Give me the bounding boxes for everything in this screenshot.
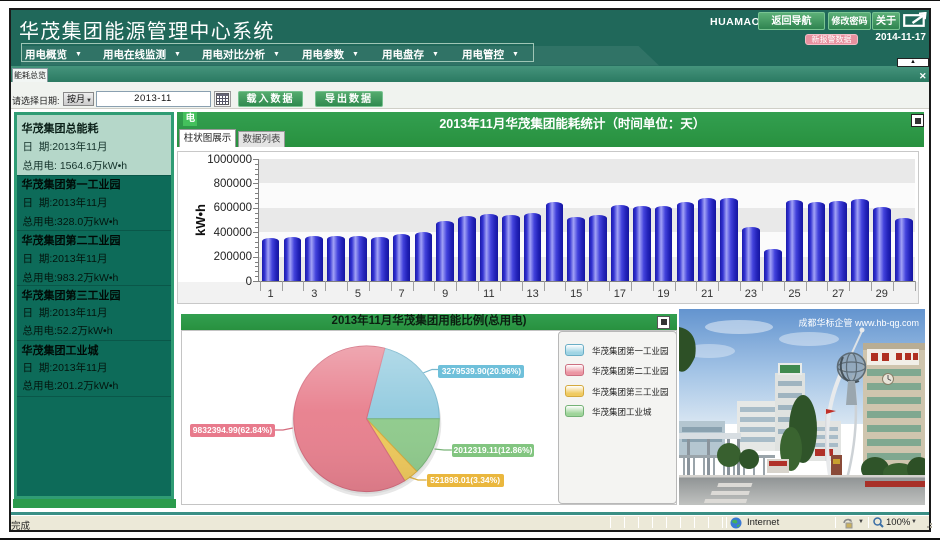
svg-text:成都华标企管 www.hb-qg.com: 成都华标企管 www.hb-qg.com (798, 317, 919, 328)
